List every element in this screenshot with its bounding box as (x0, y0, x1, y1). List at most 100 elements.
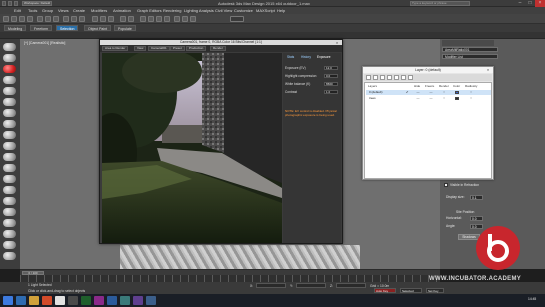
viewport-label[interactable]: [+] [Camera001] [Realistic] (24, 41, 65, 45)
exposure-value[interactable]: 12.0 (324, 66, 338, 70)
col-hide[interactable]: Hide (414, 84, 420, 88)
workspace-dropdown[interactable]: Workspace: Default (22, 1, 52, 6)
render-toggle[interactable]: ○ (442, 97, 446, 100)
chrome-icon[interactable] (55, 296, 65, 305)
ball-button-icon[interactable] (3, 43, 16, 51)
rotate-icon[interactable] (71, 16, 77, 22)
layer-row[interactable]: 0 (default) ✔ — — ○ ○ (366, 90, 491, 95)
highlight-layer-icon[interactable] (394, 75, 399, 80)
menu-tools[interactable]: Tools (28, 8, 37, 13)
modifier-list-dropdown[interactable]: Modifier List (442, 54, 498, 59)
close-icon[interactable]: × (485, 67, 491, 73)
percent-snap-icon[interactable] (108, 16, 114, 22)
menu-help[interactable]: Help (277, 8, 285, 13)
menu-civil-view[interactable]: Civil View (215, 8, 232, 13)
menu-graph-editors[interactable]: Graph Editors (137, 8, 162, 13)
radiosity-toggle[interactable]: ○ (469, 97, 473, 100)
ball-button-icon[interactable] (3, 230, 16, 238)
snap-icon[interactable] (92, 16, 98, 22)
set-key-button[interactable]: Set Key (426, 288, 444, 293)
auto-key-button[interactable]: Auto Key (374, 288, 396, 293)
menu-lighting-analysis[interactable]: Lighting Analysis (184, 8, 214, 13)
command-panel-tabs[interactable] (442, 40, 494, 46)
active-layer-check[interactable]: ✔ (406, 90, 409, 95)
material-editor-icon[interactable] (164, 16, 170, 22)
scale-icon[interactable] (79, 16, 85, 22)
tab-history[interactable]: History (299, 54, 313, 60)
search-input[interactable]: Type a keyword or phrase (410, 1, 470, 6)
quick-save-button[interactable] (14, 1, 18, 6)
layer-manager-icon[interactable] (140, 16, 146, 22)
view-dropdown[interactable]: View (134, 46, 147, 51)
premiere-icon[interactable] (94, 296, 104, 305)
ball-button-icon[interactable] (3, 76, 16, 84)
hide-all-icon[interactable] (401, 75, 406, 80)
align-icon[interactable] (128, 16, 134, 22)
app-icon[interactable] (68, 296, 78, 305)
ball-button-icon[interactable] (3, 175, 16, 183)
render-toggle[interactable]: ○ (442, 91, 446, 94)
render-production-icon[interactable] (190, 16, 196, 22)
ball-button-icon[interactable] (3, 142, 16, 150)
tab-exposure[interactable]: Exposure (315, 54, 332, 60)
quick-new-button[interactable] (8, 1, 12, 6)
highlight-compression-value[interactable]: 0.0 (324, 74, 338, 78)
ball-button-icon[interactable] (3, 120, 16, 128)
preset-dropdown[interactable]: Preset (170, 46, 185, 51)
rendered-image[interactable] (102, 53, 282, 243)
selected-dropdown[interactable]: Selected (400, 288, 422, 293)
minimize-icon[interactable]: – (515, 0, 525, 7)
col-freeze[interactable]: Freeze (425, 84, 434, 88)
ball-button-icon[interactable] (3, 252, 16, 260)
app3-icon[interactable] (146, 296, 156, 305)
select-icon[interactable] (37, 16, 43, 22)
media-icon[interactable] (42, 296, 52, 305)
tab-selection[interactable]: Selection (56, 25, 79, 31)
rendered-frame-icon[interactable] (182, 16, 188, 22)
menu-modifiers[interactable]: Modifiers (91, 8, 107, 13)
ball-button-icon[interactable] (3, 197, 16, 205)
col-radiosity[interactable]: Radiosity (465, 84, 477, 88)
ball-button-red-icon[interactable] (3, 65, 16, 73)
region-select-icon[interactable] (53, 16, 59, 22)
y-coordinate-field[interactable] (296, 283, 326, 288)
link-icon[interactable] (19, 16, 25, 22)
excel-icon[interactable] (81, 296, 91, 305)
production-dropdown[interactable]: Production (186, 46, 207, 51)
add-to-layer-icon[interactable] (380, 75, 385, 80)
hide-toggle[interactable]: — (416, 91, 420, 94)
curve-editor-icon[interactable] (148, 16, 154, 22)
freeze-toggle[interactable]: — (429, 91, 433, 94)
object-name-field[interactable]: AreaMtlRatio001 (442, 47, 498, 52)
ball-button-icon[interactable] (3, 153, 16, 161)
ball-button-icon[interactable] (3, 186, 16, 194)
track-bar[interactable] (20, 275, 440, 282)
tab-object-paint[interactable]: Object Paint (84, 25, 112, 31)
menu-rendering[interactable]: Rendering (163, 8, 181, 13)
menu-animation[interactable]: Animation (113, 8, 131, 13)
angle-snap-icon[interactable] (100, 16, 106, 22)
redo-icon[interactable] (11, 16, 17, 22)
close-icon[interactable]: × (535, 0, 545, 7)
explorer-icon[interactable] (29, 296, 39, 305)
freeze-toggle[interactable]: — (429, 97, 433, 100)
menu-create[interactable]: Create (73, 8, 85, 13)
hide-toggle[interactable]: — (416, 97, 420, 100)
contrast-value[interactable]: 1.0 (324, 90, 338, 94)
ball-button-icon[interactable] (3, 87, 16, 95)
unlink-icon[interactable] (27, 16, 33, 22)
render-setup-icon[interactable] (174, 16, 180, 22)
layer-row[interactable]: trees — — ○ ○ (366, 96, 491, 101)
menu-edit[interactable]: Edit (14, 8, 21, 13)
col-render[interactable]: Render (439, 84, 449, 88)
display-size-spinner[interactable]: 0.1 (470, 195, 483, 200)
mirror-icon[interactable] (120, 16, 126, 22)
app2-icon[interactable] (133, 296, 143, 305)
horizontal-spinner[interactable]: 0.0 (470, 216, 483, 221)
menu-customize[interactable]: Customize (234, 8, 253, 13)
schematic-view-icon[interactable] (156, 16, 162, 22)
render-button[interactable]: Render (210, 46, 226, 51)
undo-icon[interactable] (3, 16, 9, 22)
freeze-all-icon[interactable] (408, 75, 413, 80)
col-color[interactable]: Color (453, 84, 460, 88)
